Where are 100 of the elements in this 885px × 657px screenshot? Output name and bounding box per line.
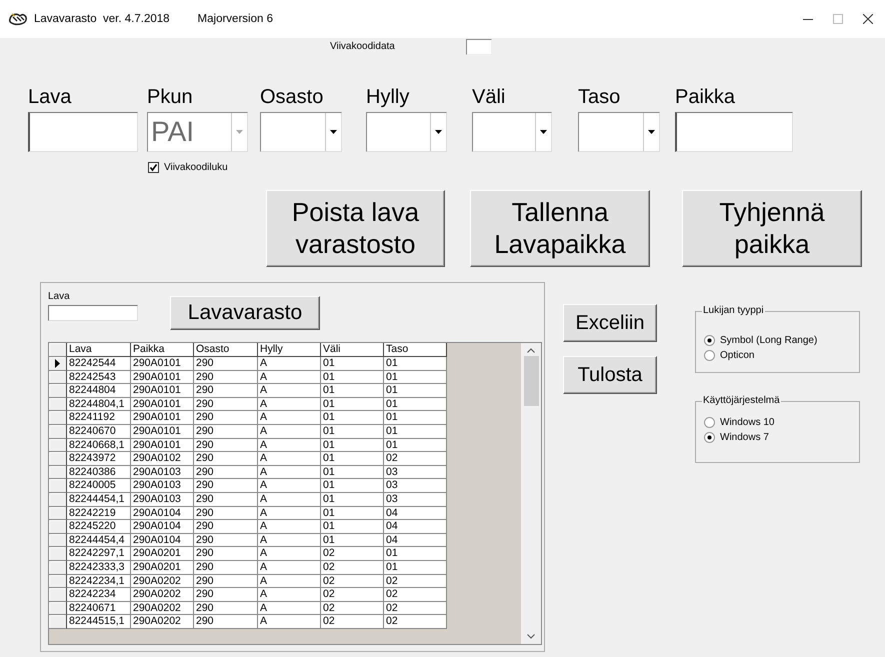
table-cell: 82242543 bbox=[67, 370, 131, 384]
field-label: Väli bbox=[472, 86, 506, 110]
dropdown-field[interactable] bbox=[366, 112, 447, 152]
table-cell: 82244454,1 bbox=[67, 492, 131, 507]
table-cell: A bbox=[258, 615, 321, 629]
header-corner bbox=[49, 343, 67, 357]
table-cell: A bbox=[258, 520, 321, 534]
table-cell: A bbox=[258, 466, 321, 480]
table-cell: 82240671 bbox=[67, 602, 131, 616]
column-header[interactable]: Lava bbox=[67, 343, 131, 357]
maximize-icon bbox=[833, 14, 843, 24]
group-title: Lukijan tyyppi bbox=[702, 305, 765, 317]
radio-label: Windows 7 bbox=[720, 432, 769, 442]
table-cell: 290 bbox=[194, 560, 258, 574]
barcode-data-field[interactable] bbox=[466, 39, 492, 55]
table-cell: A bbox=[258, 452, 321, 466]
row-header[interactable] bbox=[49, 357, 67, 371]
row-header[interactable] bbox=[49, 588, 67, 602]
table-cell: 04 bbox=[384, 506, 447, 520]
radio-button[interactable] bbox=[704, 416, 715, 428]
column-header[interactable]: Osasto bbox=[194, 343, 258, 357]
table-cell: 01 bbox=[321, 411, 384, 425]
filter-label: Lava bbox=[48, 291, 71, 302]
action-button[interactable]: Tyhjennä paikka bbox=[682, 190, 862, 267]
dropdown-field[interactable] bbox=[260, 112, 342, 152]
action-button[interactable]: Poista lava varastosto bbox=[266, 190, 445, 267]
column-header[interactable]: Hylly bbox=[258, 343, 321, 357]
row-header[interactable] bbox=[49, 398, 67, 412]
export-button[interactable]: Exceliin bbox=[563, 304, 657, 342]
table-cell: 290A0104 bbox=[131, 534, 194, 548]
table-cell: 01 bbox=[321, 520, 384, 534]
close-icon bbox=[863, 14, 873, 24]
table-cell: 290A0101 bbox=[131, 384, 194, 398]
row-header[interactable] bbox=[49, 411, 67, 425]
row-header[interactable] bbox=[49, 384, 67, 398]
table-cell: A bbox=[258, 560, 321, 574]
table-cell: 01 bbox=[384, 547, 447, 561]
table-cell: 290 bbox=[194, 411, 258, 425]
input-field[interactable] bbox=[28, 112, 138, 152]
radio-label: Symbol (Long Range) bbox=[720, 334, 818, 346]
column-header[interactable]: Taso bbox=[384, 343, 447, 357]
group-title: Käyttöjärjestelmä bbox=[702, 395, 781, 407]
table-cell: 82244804 bbox=[67, 384, 131, 398]
table-cell: 82242234 bbox=[67, 588, 131, 602]
table-cell: 01 bbox=[384, 384, 447, 398]
table-cell: 290A0101 bbox=[131, 398, 194, 412]
radio-button[interactable] bbox=[704, 350, 715, 360]
table-cell: 02 bbox=[321, 574, 384, 588]
table-cell: 82240670 bbox=[67, 424, 131, 439]
field-label: Osasto bbox=[260, 86, 324, 110]
table-cell: 290A0101 bbox=[131, 357, 194, 371]
table-cell: A bbox=[258, 398, 321, 412]
row-header[interactable] bbox=[49, 574, 67, 588]
dropdown-arrow-icon bbox=[435, 130, 442, 134]
print-button[interactable]: Tulosta bbox=[563, 356, 657, 394]
row-header[interactable] bbox=[49, 602, 67, 616]
row-header[interactable] bbox=[49, 547, 67, 561]
row-header[interactable] bbox=[49, 534, 67, 548]
dropdown-arrow-icon bbox=[648, 130, 655, 134]
checkbox[interactable] bbox=[148, 162, 159, 173]
field-label: Lava bbox=[28, 86, 72, 110]
radio-button[interactable] bbox=[704, 334, 715, 346]
table-cell: 290 bbox=[194, 452, 258, 466]
table-cell: 82245220 bbox=[67, 520, 131, 534]
column-header[interactable]: Väli bbox=[321, 343, 384, 357]
table-cell: 01 bbox=[384, 411, 447, 425]
action-button[interactable]: Tallenna Lavapaikka bbox=[470, 190, 650, 267]
row-header[interactable] bbox=[49, 424, 67, 439]
row-header[interactable] bbox=[49, 479, 67, 493]
table-cell: 290 bbox=[194, 424, 258, 439]
filter-field[interactable] bbox=[48, 305, 138, 321]
table-cell: 290A0101 bbox=[131, 411, 194, 425]
row-header[interactable] bbox=[49, 520, 67, 534]
dropdown-field[interactable] bbox=[472, 112, 552, 152]
row-header[interactable] bbox=[49, 492, 67, 507]
scroll-up-icon[interactable] bbox=[527, 348, 535, 353]
table-cell: 82242297,1 bbox=[67, 547, 131, 561]
radio-button[interactable] bbox=[704, 432, 715, 442]
table-cell: 01 bbox=[321, 506, 384, 520]
row-header[interactable] bbox=[49, 506, 67, 520]
scrollbar[interactable] bbox=[521, 343, 541, 644]
row-header[interactable] bbox=[49, 370, 67, 384]
scrollbar-thumb[interactable] bbox=[524, 356, 538, 406]
table-cell: 82241192 bbox=[67, 411, 131, 425]
lavavarasto-button[interactable]: Lavavarasto bbox=[170, 296, 320, 330]
row-header[interactable] bbox=[49, 615, 67, 629]
table-cell: 82243972 bbox=[67, 452, 131, 466]
table-cell: A bbox=[258, 438, 321, 452]
table-cell: A bbox=[258, 588, 321, 602]
row-header[interactable] bbox=[49, 560, 67, 574]
table-cell: A bbox=[258, 547, 321, 561]
table-cell: 02 bbox=[321, 547, 384, 561]
dropdown-field[interactable] bbox=[578, 112, 660, 152]
table-cell: 82244454,4 bbox=[67, 534, 131, 548]
row-header[interactable] bbox=[49, 438, 67, 452]
row-header[interactable] bbox=[49, 466, 67, 480]
input-field[interactable] bbox=[675, 112, 793, 152]
row-header[interactable] bbox=[49, 452, 67, 466]
column-header[interactable]: Paikka bbox=[131, 343, 194, 357]
scroll-down-icon[interactable] bbox=[527, 634, 535, 639]
